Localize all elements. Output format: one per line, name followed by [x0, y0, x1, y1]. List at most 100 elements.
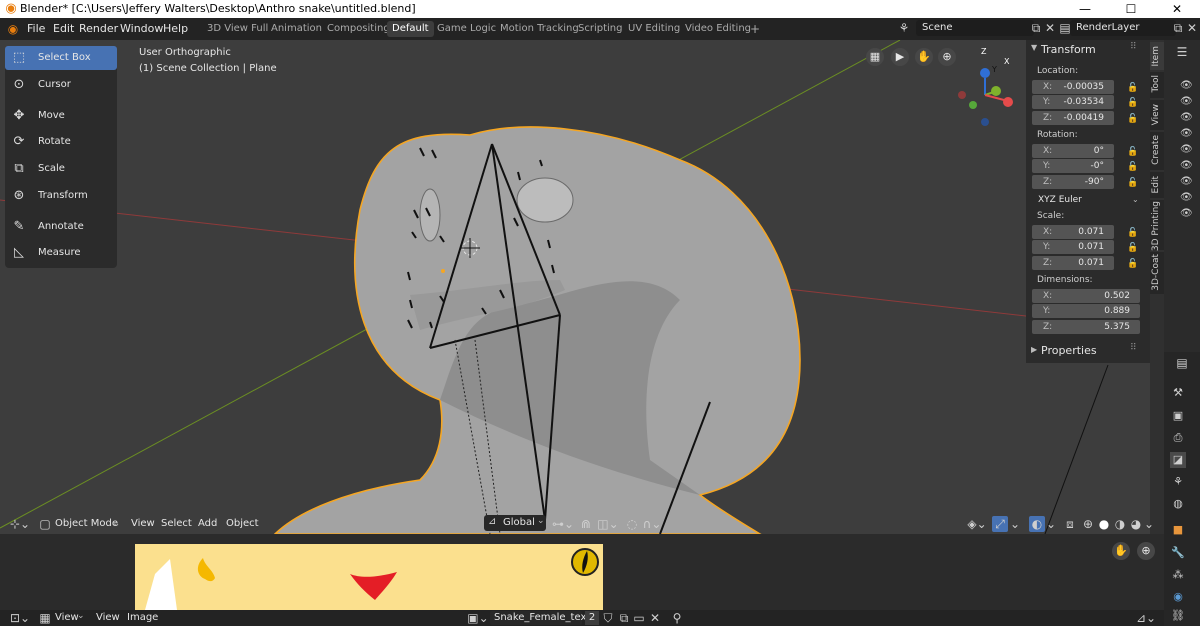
tool-rotate[interactable]: ⟳ Rotate — [5, 130, 117, 154]
scene-properties-icon[interactable]: ⚘ — [1170, 474, 1186, 490]
tab-default[interactable]: Default — [387, 21, 434, 37]
rotation-z-field[interactable]: Z: -90° — [1032, 175, 1114, 189]
tab-scripting[interactable]: Scripting — [573, 21, 627, 37]
viewport-menu-object[interactable]: Object — [226, 518, 259, 529]
tool-transform[interactable]: ⊛ Transform — [5, 184, 117, 208]
object-mode-dropdown[interactable]: Object Mode — [55, 518, 118, 529]
tab-3d-view-full[interactable]: 3D View Full — [202, 21, 273, 37]
properties-editor-type-icon[interactable]: ▤ — [1170, 355, 1194, 371]
tab-uv-editing[interactable]: UV Editing — [623, 21, 685, 37]
image-editor[interactable]: ✋ ⊕ — [0, 534, 1164, 610]
lock-icon[interactable]: 🔓 — [1127, 162, 1139, 172]
pin-icon[interactable]: ⚲ — [670, 610, 684, 626]
scale-z-field[interactable]: Z: 0.071 — [1032, 256, 1114, 270]
menu-edit[interactable]: Edit — [53, 22, 74, 35]
solid-shading-icon[interactable]: ● — [1096, 516, 1112, 532]
eye-icon[interactable]: 👁 — [1180, 193, 1193, 203]
snap-icon[interactable]: ⋒ — [577, 516, 595, 532]
lock-icon[interactable]: 🔓 — [1127, 147, 1139, 157]
location-y-field[interactable]: Y: -0.03534 — [1032, 95, 1114, 109]
viewport-menu-select[interactable]: Select — [161, 518, 192, 529]
blender-menu-icon[interactable]: ◉ — [5, 21, 21, 37]
side-tab-view[interactable]: View — [1150, 100, 1164, 130]
menu-render[interactable]: Render — [79, 22, 118, 35]
tool-properties-icon[interactable]: ⚒ — [1170, 385, 1186, 401]
eye-icon[interactable]: 👁 — [1180, 81, 1193, 91]
tool-measure[interactable]: ◺ Measure — [5, 241, 117, 265]
zoom-icon[interactable]: ⊕ — [938, 48, 956, 66]
gizmo-toggle-icon[interactable]: ⤢ — [992, 516, 1008, 532]
tab-game-logic[interactable]: Game Logic — [432, 21, 501, 37]
rotation-mode-dropdown[interactable]: XYZ Euler ⌄ — [1032, 193, 1140, 207]
properties-panel-header[interactable]: ▶ Properties ⠿ — [1026, 342, 1150, 360]
constraints-properties-icon[interactable]: ⛓ — [1170, 608, 1186, 624]
open-image-icon[interactable]: ▭ — [632, 610, 646, 626]
rotation-y-field[interactable]: Y: -0° — [1032, 159, 1114, 173]
unlink-image-icon[interactable]: ✕ — [648, 610, 662, 626]
sample-tool-icon[interactable]: ⊿⌄ — [1134, 610, 1158, 626]
menu-file[interactable]: File — [27, 22, 45, 35]
view-layer-properties-icon[interactable]: ◪ — [1170, 452, 1186, 468]
scene-selector-icon[interactable]: ⚘ — [893, 20, 915, 36]
tool-annotate[interactable]: ✎ Annotate — [5, 215, 117, 239]
eye-icon[interactable]: 👁 — [1180, 113, 1193, 123]
pan-hand-icon[interactable]: ✋ — [1112, 542, 1130, 560]
close-button[interactable]: ✕ — [1154, 0, 1200, 18]
particles-properties-icon[interactable]: ⁂ — [1170, 567, 1186, 583]
chevron-down-icon[interactable]: ⌄ — [1143, 516, 1155, 532]
transform-orientation-dropdown[interactable]: ⊿ Global ⌄ — [484, 515, 546, 531]
image-browse-icon[interactable]: ▣⌄ — [467, 610, 489, 626]
lock-icon[interactable]: 🔓 — [1127, 178, 1139, 188]
camera-view-icon[interactable]: ▶ — [891, 48, 909, 66]
pan-hand-icon[interactable]: ✋ — [915, 48, 933, 66]
view-mode-icon[interactable]: ▦ — [39, 610, 51, 626]
new-image-icon[interactable]: ⧉ — [617, 610, 631, 626]
tool-cursor[interactable]: ⊙ Cursor — [5, 73, 117, 97]
side-tab-create[interactable]: Create — [1150, 132, 1164, 170]
tool-move[interactable]: ✥ Move — [5, 104, 117, 128]
eye-icon[interactable]: 👁 — [1180, 161, 1193, 171]
image-menu-view[interactable]: View — [96, 612, 120, 623]
snap-target-icon[interactable]: ◫⌄ — [596, 516, 620, 532]
delete-scene-icon[interactable]: ✕ — [1043, 20, 1057, 36]
scene-field[interactable]: Scene — [916, 20, 1034, 36]
dimensions-z-field[interactable]: Z: 5.375 — [1032, 320, 1140, 334]
chevron-down-icon[interactable]: ⌄ — [1009, 516, 1021, 532]
lock-icon[interactable]: 🔓 — [1127, 83, 1139, 93]
eye-icon[interactable]: 👁 — [1180, 129, 1193, 139]
transform-panel-header[interactable]: ▼ Transform ⠿ — [1026, 42, 1150, 60]
tab-compositing[interactable]: Compositing — [322, 21, 395, 37]
location-x-field[interactable]: X: -0.00035 — [1032, 80, 1114, 94]
3d-viewport[interactable]: Z Y X — [0, 40, 1150, 534]
side-tab-item[interactable]: Item — [1150, 42, 1164, 70]
new-layer-icon[interactable]: ⧉ — [1171, 20, 1185, 36]
wireframe-shading-icon[interactable]: ⊕ — [1080, 516, 1096, 532]
menu-window[interactable]: Window — [120, 22, 163, 35]
eye-icon[interactable]: 👁 — [1180, 97, 1193, 107]
eye-icon[interactable]: 👁 — [1180, 209, 1193, 219]
gizmo-x-label[interactable]: X — [1004, 57, 1009, 66]
rendered-shading-icon[interactable]: ◕ — [1128, 516, 1144, 532]
gizmo-z-label[interactable]: Z — [981, 47, 986, 56]
output-properties-icon[interactable]: ⎙ — [1170, 430, 1186, 446]
scale-y-field[interactable]: Y: 0.071 — [1032, 240, 1114, 254]
side-tab-tool[interactable]: Tool — [1150, 72, 1164, 98]
dimensions-y-field[interactable]: Y: 0.889 — [1032, 304, 1140, 318]
new-scene-icon[interactable]: ⧉ — [1029, 20, 1043, 36]
minimize-button[interactable]: — — [1062, 0, 1108, 18]
overlays-toggle-icon[interactable]: ◐ — [1029, 516, 1045, 532]
image-editor-type-icon[interactable]: ⊡⌄ — [9, 610, 31, 626]
add-workspace-button[interactable]: + — [745, 21, 765, 37]
eye-icon[interactable]: 👁 — [1180, 145, 1193, 155]
material-preview-icon[interactable]: ◑ — [1112, 516, 1128, 532]
scale-x-field[interactable]: X: 0.071 — [1032, 225, 1114, 239]
falloff-icon[interactable]: ∩⌄ — [640, 516, 664, 532]
render-properties-icon[interactable]: ▣ — [1170, 408, 1186, 424]
side-tab-3d-printing[interactable]: 3D Printing — [1150, 200, 1164, 251]
viewport-menu-add[interactable]: Add — [198, 518, 217, 529]
viewport-menu-view[interactable]: View — [131, 518, 155, 529]
tab-motion-tracking[interactable]: Motion Tracking — [495, 21, 584, 37]
proportional-edit-icon[interactable]: ◌ — [625, 516, 639, 532]
tool-select-box[interactable]: ⬚ Select Box — [5, 46, 117, 70]
lock-icon[interactable]: 🔓 — [1127, 114, 1139, 124]
